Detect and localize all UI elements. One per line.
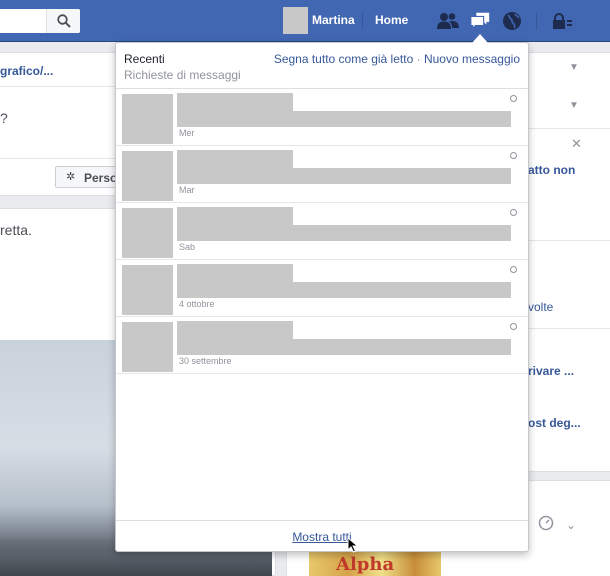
list-item[interactable]: Sab [116,203,528,260]
separator: · [416,52,421,66]
message-time: Mar [179,185,195,195]
chevron-down-icon[interactable]: ▼ [569,62,579,73]
divider [362,12,363,30]
divider [0,158,116,159]
header-actions: Segna tutto come già letto · Nuovo messa… [274,52,520,66]
dropdown-footer: Mostra tutti [116,520,528,551]
lock-icon [553,13,572,29]
list-item[interactable]: 30 settembre [116,317,528,374]
friends-icon [437,13,459,29]
avatar [122,208,173,258]
divider [536,12,537,30]
mark-as-read-icon[interactable] [510,95,517,102]
list-item[interactable]: 4 ottobre [116,260,528,317]
top-bar: Martina Home [0,0,610,42]
tab-recent[interactable]: Recenti [124,52,165,66]
tab-message-requests[interactable]: Richieste di messaggi [124,68,241,82]
background-text: atto non [528,163,576,177]
avatar [122,94,173,144]
messages-dropdown: Recenti Richieste di messaggi Segna tutt… [115,42,529,552]
list-item[interactable]: Mer [116,89,528,146]
dropdown-header: Recenti Richieste di messaggi Segna tutt… [116,43,528,89]
search-icon [56,14,71,28]
background-button-label: Perso [84,171,118,185]
avatar[interactable] [283,7,308,34]
gear-icon: ✲ [66,171,76,183]
list-item[interactable]: Mar [116,146,528,203]
profile-link[interactable]: Martina [312,13,355,27]
mark-as-read-icon[interactable] [510,209,517,216]
chevron-down-icon[interactable]: ▼ [569,100,579,111]
post-text: retta. [0,222,32,238]
mouse-cursor-icon [347,537,359,553]
gauge-icon[interactable] [538,515,554,531]
background-link[interactable]: grafico/... [0,64,53,78]
mark-as-read-icon[interactable] [510,152,517,159]
show-all-link[interactable]: Mostra tutti [116,530,528,544]
mark-all-read-link[interactable]: Segna tutto come già letto [274,52,413,66]
game-title: Alpha [336,554,395,575]
notifications-button[interactable] [501,10,523,32]
message-preview-placeholder [177,111,511,127]
divider [0,86,116,87]
search-button[interactable] [46,9,80,33]
search-input[interactable] [0,9,80,33]
close-icon[interactable]: ✕ [571,136,582,152]
sender-name-placeholder [177,207,293,225]
message-preview-placeholder [177,168,511,184]
sender-name-placeholder [177,321,293,339]
message-preview-placeholder [177,339,511,355]
messages-icon [470,12,490,30]
friends-button[interactable] [437,10,459,32]
sender-name-placeholder [177,264,293,282]
privacy-button[interactable] [552,10,578,32]
background-link[interactable]: rivare ... [528,364,574,378]
sender-name-placeholder [177,93,293,111]
message-preview-placeholder [177,225,511,241]
background-link[interactable]: volte [528,300,553,314]
background-text: ? [0,110,8,126]
message-time: 30 settembre [179,356,232,366]
avatar [122,322,173,372]
message-time: Mer [179,128,195,138]
avatar [122,151,173,201]
dropdown-caret [472,34,488,43]
sender-name-placeholder [177,150,293,168]
home-link[interactable]: Home [375,13,408,27]
globe-icon [503,12,521,30]
background-link[interactable]: ost deg... [528,416,581,430]
messages-button[interactable] [469,10,491,32]
chevron-down-icon[interactable]: ⌄ [566,518,576,532]
message-preview-placeholder [177,282,511,298]
avatar [122,265,173,315]
mark-as-read-icon[interactable] [510,323,517,330]
message-time: Sab [179,242,196,252]
mark-as-read-icon[interactable] [510,266,517,273]
new-message-link[interactable]: Nuovo messaggio [424,52,520,66]
message-time: 4 ottobre [179,299,215,309]
